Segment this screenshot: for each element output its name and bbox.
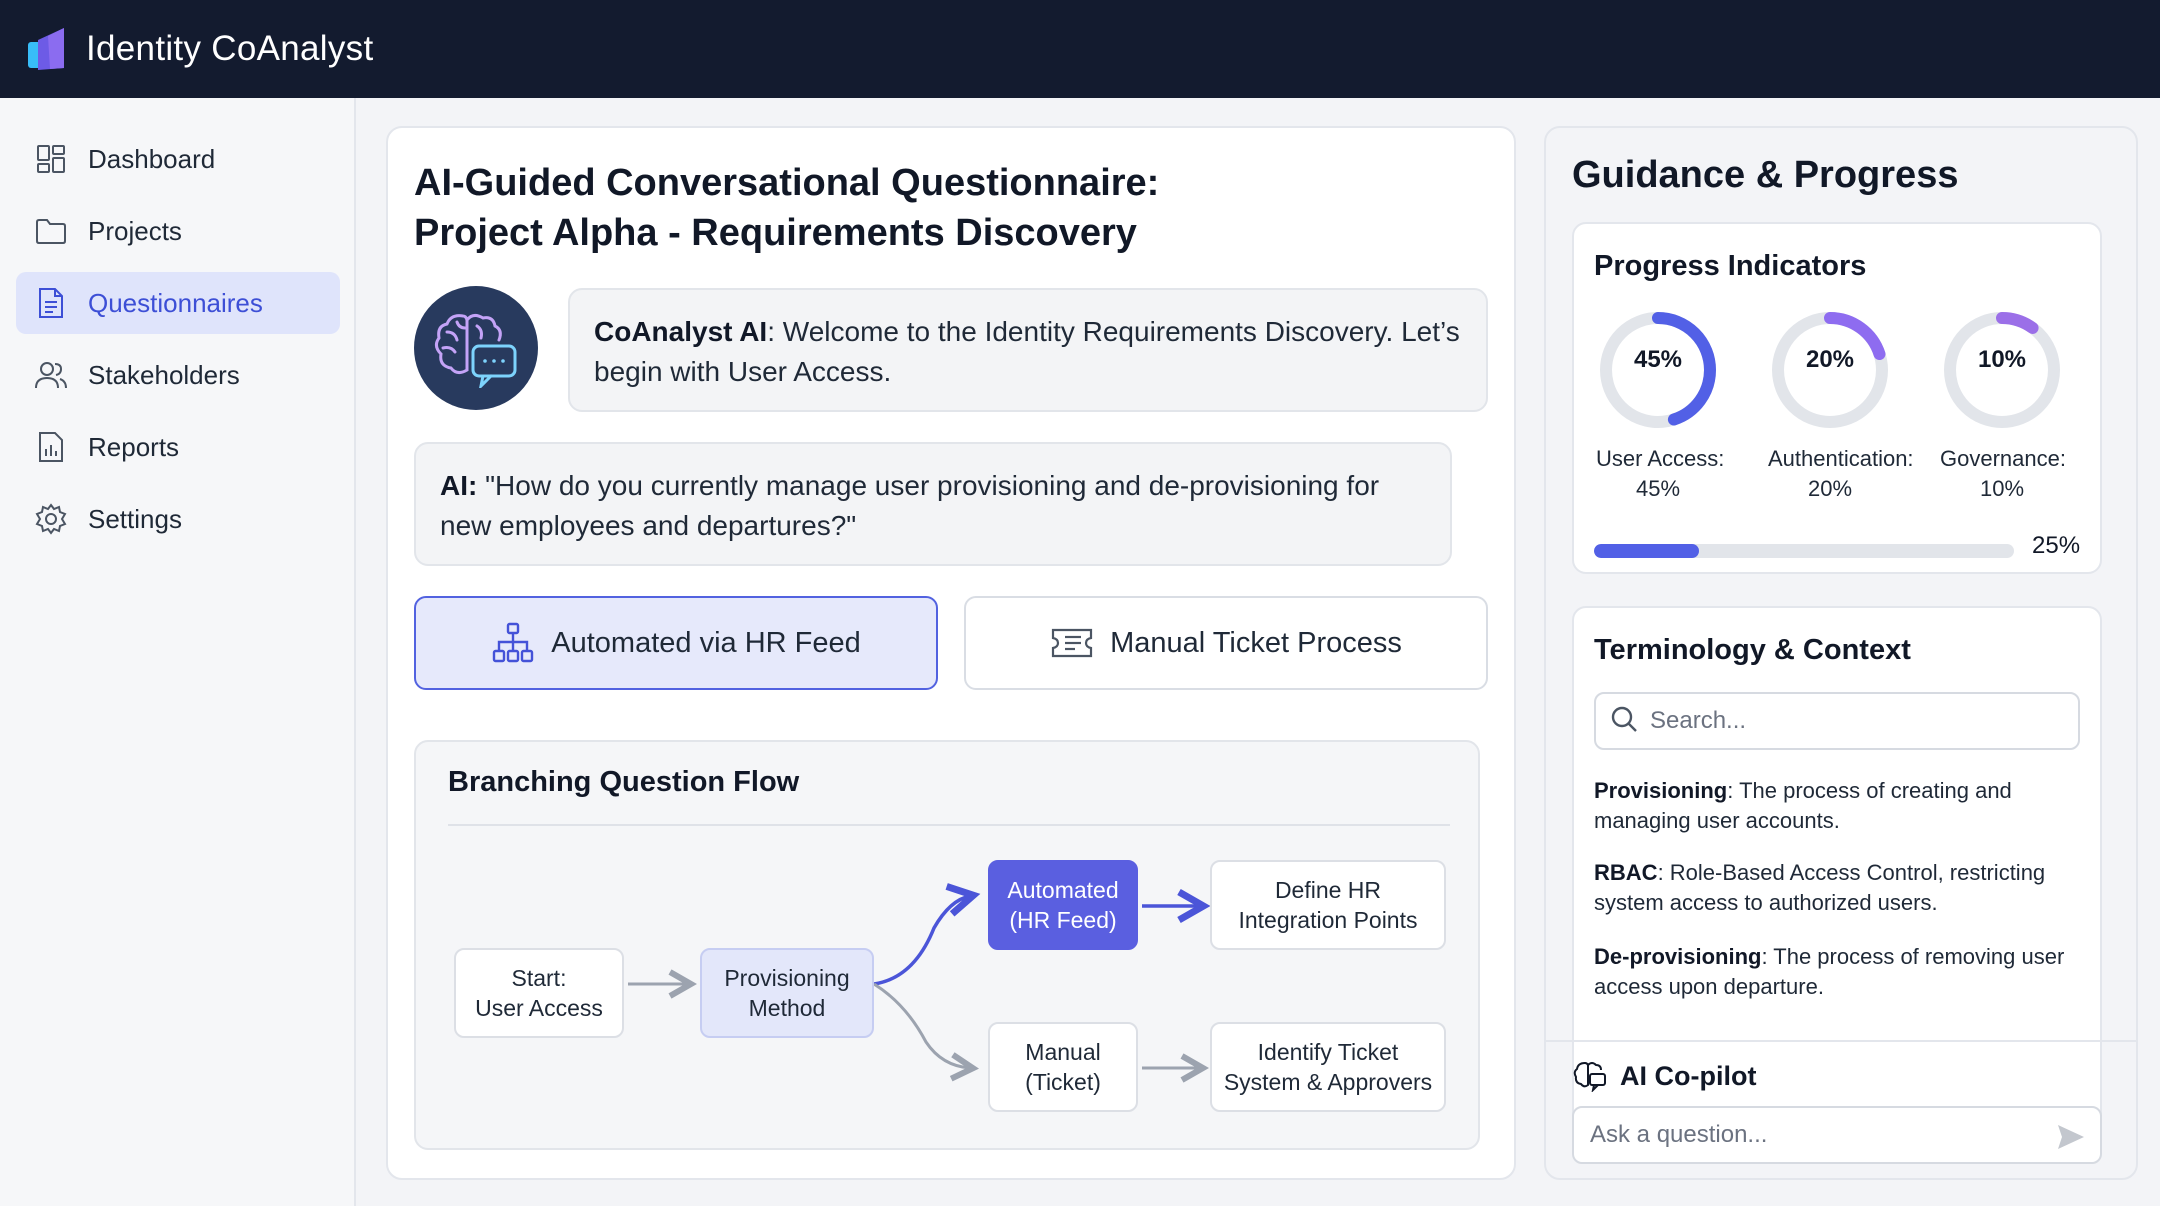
connector-provisioning-to-automated bbox=[873, 896, 970, 986]
ai-question-message: AI: "How do you currently manage user pr… bbox=[414, 442, 1452, 566]
term-name: Provisioning bbox=[1594, 778, 1728, 803]
page-title: AI-Guided Conversational Questionnaire: … bbox=[414, 158, 1414, 258]
sidebar-item-label: Settings bbox=[88, 503, 182, 534]
donut-label: Governance: 10% bbox=[1940, 446, 2066, 501]
questionnaire-card: AI-Guided Conversational Questionnaire: … bbox=[386, 126, 1516, 1180]
report-icon bbox=[34, 430, 68, 464]
node-line: Provisioning bbox=[724, 965, 850, 991]
node-line: Automated bbox=[1007, 877, 1119, 903]
flow-node-provisioning: Provisioning Method bbox=[700, 948, 874, 1038]
sidebar-item-label: Projects bbox=[88, 215, 182, 246]
branching-flow-panel: Branching Question Flow Start: User Acces… bbox=[414, 740, 1480, 1150]
send-icon[interactable] bbox=[2054, 1120, 2088, 1154]
search-icon bbox=[1610, 705, 1638, 738]
node-line: Define HR bbox=[1274, 877, 1382, 903]
progress-indicators-card: Progress Indicators 45% User Access: 45% … bbox=[1572, 222, 2102, 574]
donut-value: 10% bbox=[1977, 346, 2027, 373]
option-manual-ticket-button[interactable]: Manual Ticket Process bbox=[964, 596, 1488, 690]
flow-node-start: Start: User Access bbox=[454, 948, 624, 1038]
terminology-search[interactable] bbox=[1594, 692, 2080, 750]
connector-provisioning-to-manual bbox=[873, 982, 970, 1068]
app-title: Identity CoAnalyst bbox=[86, 29, 374, 68]
sidebar-item-questionnaires[interactable]: Questionnaires bbox=[16, 272, 340, 334]
donut-label: User Access: 45% bbox=[1596, 446, 1725, 501]
node-line: User Access bbox=[475, 995, 603, 1021]
folder-icon bbox=[34, 214, 68, 248]
term-deprovisioning: De-provisioning: The process of removing… bbox=[1594, 942, 2084, 1002]
users-icon bbox=[34, 358, 68, 392]
donut-governance: 10% Governance: 10% bbox=[1940, 308, 2066, 504]
sidebar-item-reports[interactable]: Reports bbox=[16, 416, 340, 478]
sidebar: Dashboard Projects Questionnaires Stakeh… bbox=[0, 98, 356, 1206]
node-line: Method bbox=[748, 995, 826, 1021]
flow-node-automated: Automated (HR Feed) bbox=[988, 860, 1138, 950]
term-definition: : Role-Based Access Control, restricting… bbox=[1594, 860, 2046, 915]
ask-question-input[interactable] bbox=[1590, 1121, 2030, 1149]
hierarchy-icon bbox=[491, 621, 535, 665]
progress-title: Progress Indicators bbox=[1594, 250, 1867, 282]
flow-node-manual: Manual (Ticket) bbox=[988, 1022, 1138, 1112]
node-line: (Ticket) bbox=[1025, 1069, 1101, 1095]
node-line: Integration Points bbox=[1238, 907, 1418, 933]
copilot-title: AI Co-pilot bbox=[1620, 1060, 1757, 1091]
term-name: RBAC bbox=[1594, 860, 1658, 885]
sidebar-item-stakeholders[interactable]: Stakeholders bbox=[16, 344, 340, 406]
flow-node-define-hr: Define HR Integration Points bbox=[1210, 860, 1446, 950]
sidebar-item-settings[interactable]: Settings bbox=[16, 488, 340, 550]
sidebar-item-label: Reports bbox=[88, 431, 180, 462]
ai-welcome-message: CoAnalyst AI: Welcome to the Identity Re… bbox=[568, 288, 1488, 412]
top-bar: Identity CoAnalyst bbox=[0, 0, 2160, 98]
ai-copilot-icon bbox=[1572, 1058, 1608, 1094]
message-speaker: AI: bbox=[440, 470, 478, 501]
node-line: Identify Ticket bbox=[1257, 1039, 1399, 1065]
donut-value: 20% bbox=[1805, 346, 1855, 373]
node-line: (HR Feed) bbox=[1009, 907, 1117, 933]
guidance-title: Guidance & Progress bbox=[1572, 154, 1959, 196]
overall-progress-fill bbox=[1594, 544, 1699, 558]
donut-user-access: 45% User Access: 45% bbox=[1596, 308, 1725, 504]
option-automated-hr-feed-button[interactable]: Automated via HR Feed bbox=[414, 596, 938, 690]
donut-authentication: 20% Authentication: 20% bbox=[1768, 308, 1914, 504]
dashboard-icon bbox=[34, 142, 68, 176]
node-line: Start: bbox=[511, 965, 567, 991]
guidance-panel: Guidance & Progress Progress Indicators … bbox=[1544, 126, 2138, 1180]
terminology-title: Terminology & Context bbox=[1594, 634, 1911, 666]
ai-brain-chat-icon bbox=[414, 286, 538, 410]
option-label: Manual Ticket Process bbox=[1110, 626, 1402, 659]
overall-progress-bar bbox=[1594, 544, 2014, 558]
ticket-icon bbox=[1050, 621, 1094, 665]
message-speaker: CoAnalyst AI bbox=[594, 316, 768, 347]
donut-value: 45% bbox=[1633, 346, 1683, 373]
sidebar-item-dashboard[interactable]: Dashboard bbox=[16, 128, 340, 190]
page-title-line-1: AI-Guided Conversational Questionnaire: bbox=[414, 162, 1160, 204]
copilot-ask-box[interactable] bbox=[1572, 1106, 2102, 1164]
term-name: De-provisioning bbox=[1594, 944, 1762, 969]
term-provisioning: Provisioning: The process of creating an… bbox=[1594, 776, 2084, 836]
sidebar-item-label: Dashboard bbox=[88, 143, 216, 174]
flow-node-identify-ticket: Identify Ticket System & Approvers bbox=[1210, 1022, 1446, 1112]
term-rbac: RBAC: Role-Based Access Control, restric… bbox=[1594, 858, 2084, 918]
node-line: Manual bbox=[1025, 1039, 1101, 1065]
option-label: Automated via HR Feed bbox=[551, 626, 861, 659]
app-logo-icon bbox=[28, 26, 68, 72]
copilot-header: AI Co-pilot bbox=[1572, 1058, 1756, 1094]
search-input[interactable] bbox=[1650, 707, 2050, 735]
message-text: "How do you currently manage user provis… bbox=[440, 470, 1380, 541]
overall-progress-label: 25% bbox=[2032, 532, 2081, 559]
page-title-line-2: Project Alpha - Requirements Discovery bbox=[414, 212, 1137, 254]
document-icon bbox=[34, 286, 68, 320]
gear-icon bbox=[34, 502, 68, 536]
node-line: System & Approvers bbox=[1223, 1069, 1433, 1095]
donut-label: Authentication: 20% bbox=[1768, 446, 1914, 501]
sidebar-item-label: Stakeholders bbox=[88, 359, 240, 390]
copilot-divider bbox=[1546, 1040, 2136, 1042]
sidebar-item-label: Questionnaires bbox=[88, 287, 263, 318]
sidebar-item-projects[interactable]: Projects bbox=[16, 200, 340, 262]
